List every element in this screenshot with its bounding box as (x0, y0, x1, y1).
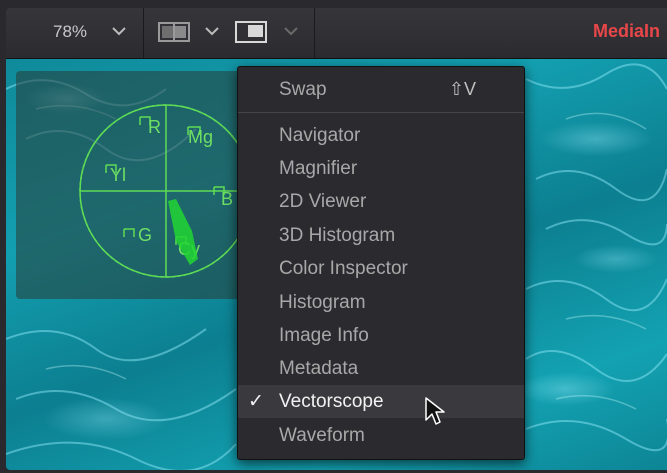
menu-item-metadata[interactable]: Metadata (238, 352, 524, 385)
vectorscope-label: G (138, 225, 152, 245)
viewer-layout-icon[interactable] (235, 20, 267, 44)
chevron-down-icon[interactable] (112, 26, 126, 36)
viewer-toolbar: 78% MediaIn (6, 8, 667, 59)
menu-item-magnifier[interactable]: Magnifier (238, 152, 524, 185)
menu-item-3d-histogram[interactable]: 3D Histogram (238, 219, 524, 252)
menu-item-label: Magnifier (279, 158, 358, 179)
menu-item-2d-viewer[interactable]: 2D Viewer (238, 185, 524, 218)
menu-item-vectorscope[interactable]: ✓ Vectorscope (238, 385, 524, 418)
menu-item-label: Color Inspector (279, 258, 408, 279)
media-node-label[interactable]: MediaIn (593, 21, 660, 42)
viewer-options-menu: Swap ⇧V Navigator Magnifier 2D Viewer 3D… (237, 66, 525, 460)
menu-item-label: 2D Viewer (279, 191, 367, 212)
menu-item-label: Histogram (279, 292, 366, 313)
menu-item-label: Image Info (279, 325, 369, 346)
vectorscope-label: Mg (188, 127, 213, 147)
menu-item-image-info[interactable]: Image Info (238, 319, 524, 352)
menu-item-color-inspector[interactable]: Color Inspector (238, 252, 524, 285)
mouse-cursor-icon (424, 396, 446, 426)
menu-item-navigator[interactable]: Navigator (238, 119, 524, 152)
vectorscope-panel[interactable]: R Mg Yl B G Cy (16, 71, 254, 299)
toolbar-divider (143, 8, 144, 58)
vectorscope-label: R (148, 117, 161, 137)
chevron-down-icon[interactable] (205, 26, 219, 36)
vectorscope-label: Yl (110, 165, 126, 185)
viewer-window: 78% MediaIn R Mg Yl B G Swap ⇧V Navigato… (6, 8, 667, 470)
split-view-icon[interactable] (158, 21, 190, 43)
menu-item-label: 3D Histogram (279, 225, 396, 246)
menu-item-label: Vectorscope (279, 391, 384, 412)
menu-item-label: Metadata (279, 358, 359, 379)
toolbar-divider (314, 8, 315, 58)
menu-item-label: Waveform (279, 425, 365, 446)
checkmark-icon: ✓ (248, 391, 264, 412)
menu-item-label: Navigator (279, 125, 361, 146)
chevron-down-icon[interactable] (284, 26, 298, 36)
vectorscope-label: B (221, 189, 233, 209)
menu-item-histogram[interactable]: Histogram (238, 286, 524, 319)
menu-divider (238, 112, 524, 113)
shortcut-hint: ⇧V (448, 79, 476, 99)
zoom-level[interactable]: 78% (53, 22, 87, 42)
menu-item-waveform[interactable]: Waveform (238, 419, 524, 452)
menu-item-swap[interactable]: Swap ⇧V (238, 73, 524, 106)
vectorscope-graph: R Mg Yl B G Cy (79, 104, 253, 278)
menu-item-label: Swap (279, 79, 327, 100)
